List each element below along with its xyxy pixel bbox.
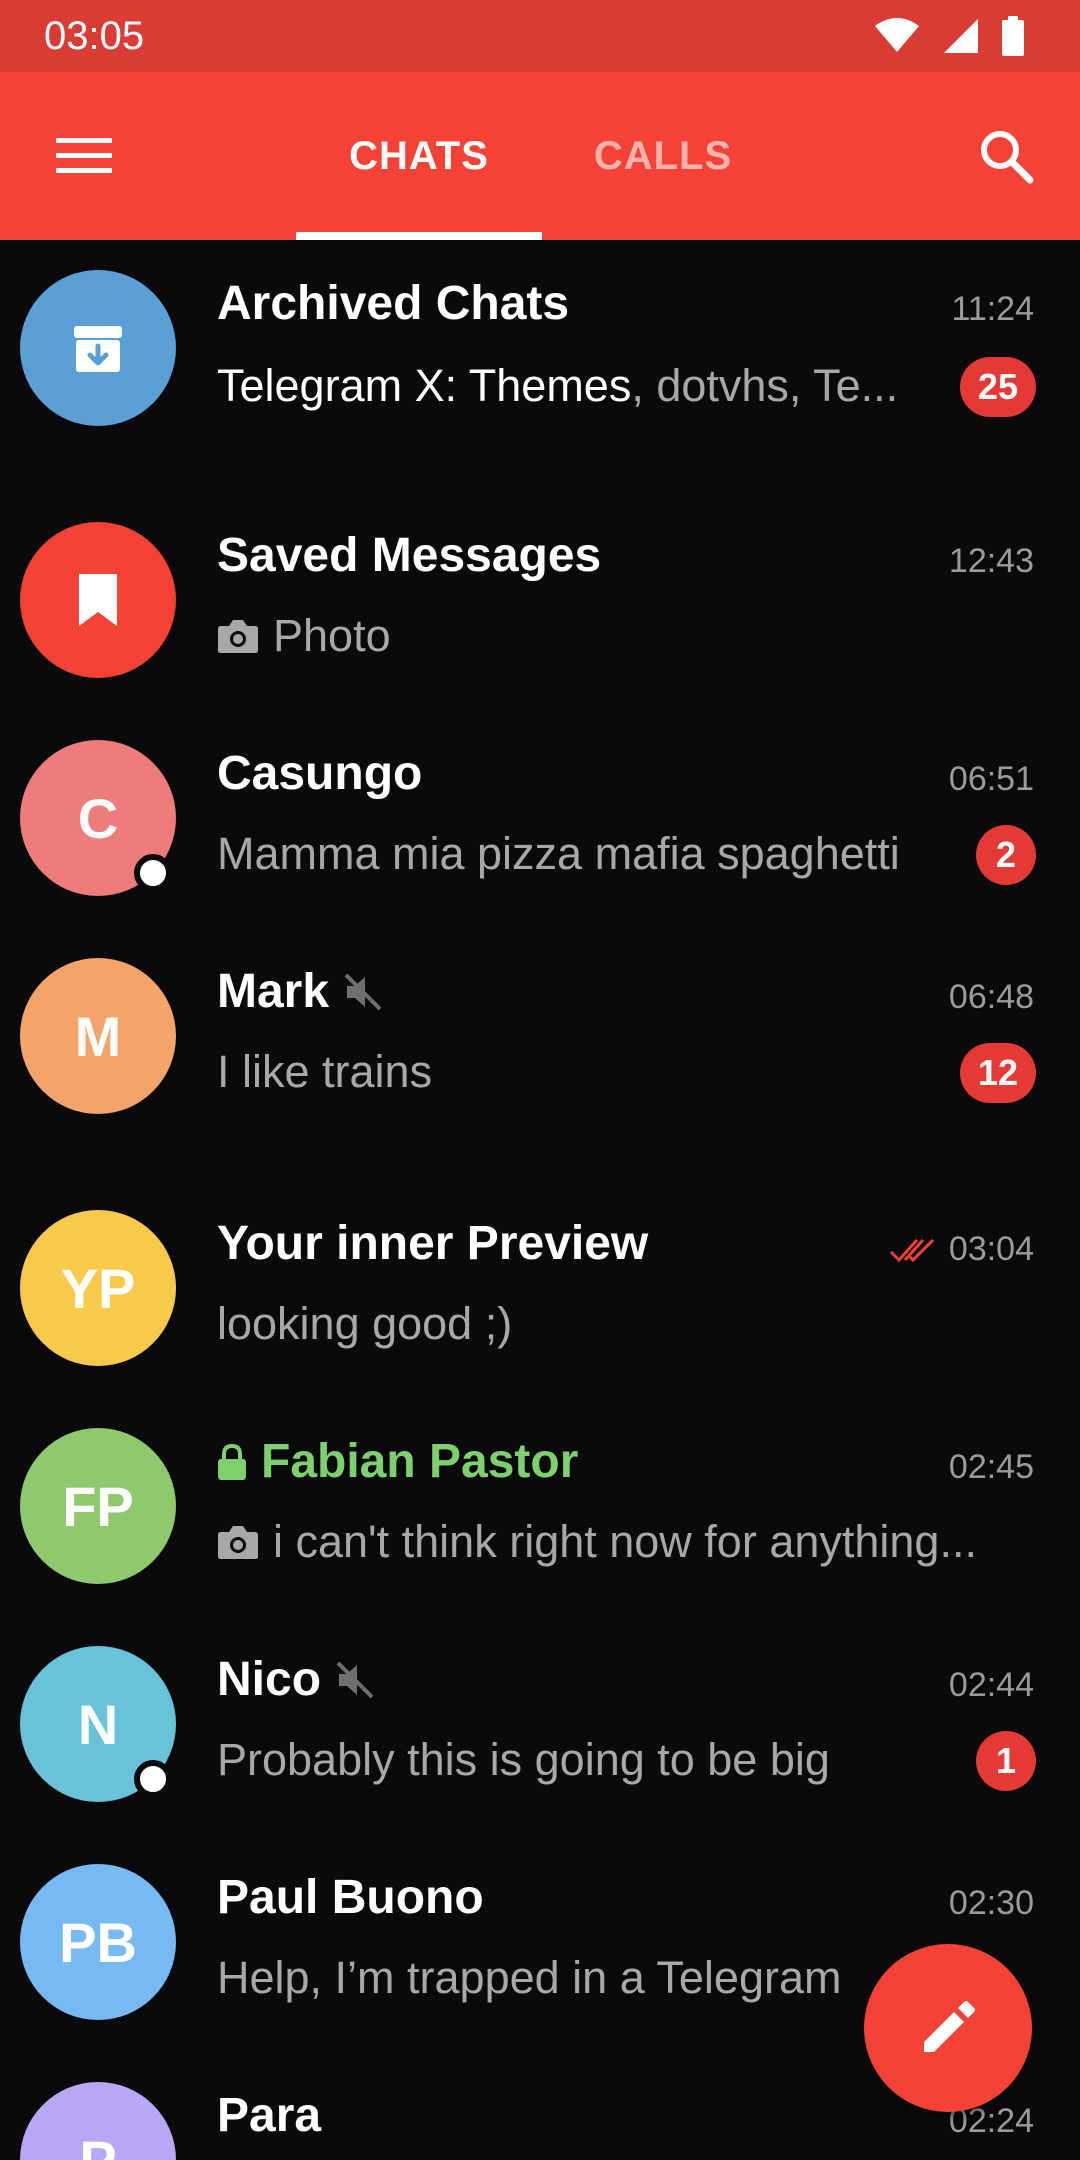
chat-name: Saved Messages [217, 529, 602, 582]
chat-preview: I like trains [217, 1046, 433, 1097]
double-check-icon [889, 1238, 934, 1262]
avatar-initials: M [74, 1004, 122, 1068]
chat-time: 03:04 [889, 1230, 1034, 1269]
avatar: FP [20, 1428, 176, 1584]
avatar-initials: N [77, 1692, 119, 1756]
camera-icon [218, 620, 258, 653]
chat-row-fabian-pastor[interactable]: FP Fabian Pastor 02:45 i can't think rig… [0, 1428, 1080, 1646]
chat-name: Archived Chats [217, 277, 570, 330]
status-icons [874, 16, 1024, 56]
chat-time: 12:43 [948, 542, 1034, 580]
chat-name-text: Nico [217, 1653, 322, 1706]
avatar [20, 270, 176, 426]
preview-strong: Telegram X: Themes [217, 360, 632, 411]
chat-name-text: Fabian Pastor [261, 1435, 579, 1488]
screen: 03:05 CHATS CALLS Archived Chats 11:24 T… [0, 0, 1080, 2160]
menu-button[interactable] [40, 116, 128, 196]
unread-badge: 25 [959, 357, 1036, 417]
chat-row-nico[interactable]: N Nico 02:44 Probably this is going to b… [0, 1646, 1080, 1864]
preview-text: i can't think right now for anything... [273, 1516, 977, 1567]
online-indicator [134, 1760, 172, 1798]
bookmark-icon [79, 574, 117, 626]
unread-badge: 2 [976, 825, 1036, 885]
online-indicator [134, 854, 172, 892]
chat-row-mark[interactable]: M Mark 06:48 I like trains 12 [0, 958, 1080, 1208]
chat-preview: Mamma mia pizza mafia spaghetti [217, 828, 900, 879]
unread-badge: 1 [976, 1731, 1036, 1791]
chat-name: Your inner Preview [217, 1217, 649, 1270]
avatar-initials: PB [59, 1910, 137, 1974]
chat-name: Nico [217, 1652, 375, 1707]
chat-preview: Telegram X: Themes, dotvhs, Te... [217, 360, 937, 412]
chat-row-casungo[interactable]: C Casungo 06:51 Mamma mia pizza mafia sp… [0, 740, 1080, 958]
tab-chats[interactable]: CHATS [296, 72, 542, 240]
chat-time: 02:45 [948, 1448, 1034, 1486]
unread-badge: 12 [959, 1043, 1036, 1103]
chat-name: Paul Buono [217, 1871, 484, 1924]
chat-name: Casungo [217, 747, 423, 800]
muted-icon [344, 973, 382, 1010]
app-bar: CHATS CALLS [0, 72, 1080, 240]
chat-time: 06:48 [948, 978, 1034, 1016]
avatar-initials: P [79, 2128, 117, 2160]
chat-time: 11:24 [951, 290, 1034, 328]
wifi-icon [875, 18, 919, 52]
battery-icon [1002, 16, 1024, 56]
avatar-initials: YP [60, 1256, 136, 1320]
compose-button[interactable] [864, 1944, 1032, 2112]
avatar-initials: C [77, 786, 119, 850]
chat-name: Para [217, 2089, 322, 2142]
avatar: YP [20, 1210, 176, 1366]
search-button[interactable] [962, 116, 1050, 196]
chat-time: 02:30 [948, 1884, 1034, 1922]
chat-row-your-inner-preview[interactable]: YP Your inner Preview 03:04 looking good… [0, 1210, 1080, 1428]
chat-preview: Help, I’m trapped in a Telegram [217, 1952, 842, 2003]
chat-name: Fabian Pastor [217, 1434, 578, 1489]
signal-icon [944, 19, 978, 53]
preview-text: Photo [273, 610, 391, 661]
avatar: P [20, 2082, 176, 2160]
chat-preview: i can't think right now for anything... [217, 1516, 1037, 1568]
chat-time-text: 03:04 [948, 1230, 1034, 1268]
avatar [20, 522, 176, 678]
search-icon [981, 131, 1034, 184]
muted-icon [336, 1661, 374, 1698]
archive-icon [74, 326, 122, 372]
status-time: 03:05 [44, 13, 145, 58]
avatar-initials: FP [62, 1474, 134, 1538]
camera-icon [218, 1526, 258, 1559]
tab-calls[interactable]: CALLS [560, 72, 766, 240]
menu-icon [56, 138, 112, 173]
chat-name: Mark [217, 964, 383, 1019]
avatar: PB [20, 1864, 176, 2020]
chat-preview: Photo [217, 610, 391, 662]
tab-indicator [296, 232, 542, 240]
chat-row-saved-messages[interactable]: Saved Messages 12:43 Photo [0, 522, 1080, 740]
chat-name-text: Mark [217, 965, 330, 1018]
chat-preview: looking good ;) [217, 1298, 513, 1349]
status-bar: 03:05 [0, 0, 1080, 72]
chat-time: 06:51 [948, 760, 1034, 798]
preview-rest: , dotvhs, Te... [631, 360, 899, 411]
avatar: M [20, 958, 176, 1114]
chat-preview: Probably this is going to be big [217, 1734, 830, 1785]
chat-time: 02:44 [948, 1666, 1034, 1704]
lock-icon [218, 1443, 246, 1480]
pencil-icon [924, 2001, 975, 2052]
chat-row-archived[interactable]: Archived Chats 11:24 Telegram X: Themes,… [0, 270, 1080, 490]
